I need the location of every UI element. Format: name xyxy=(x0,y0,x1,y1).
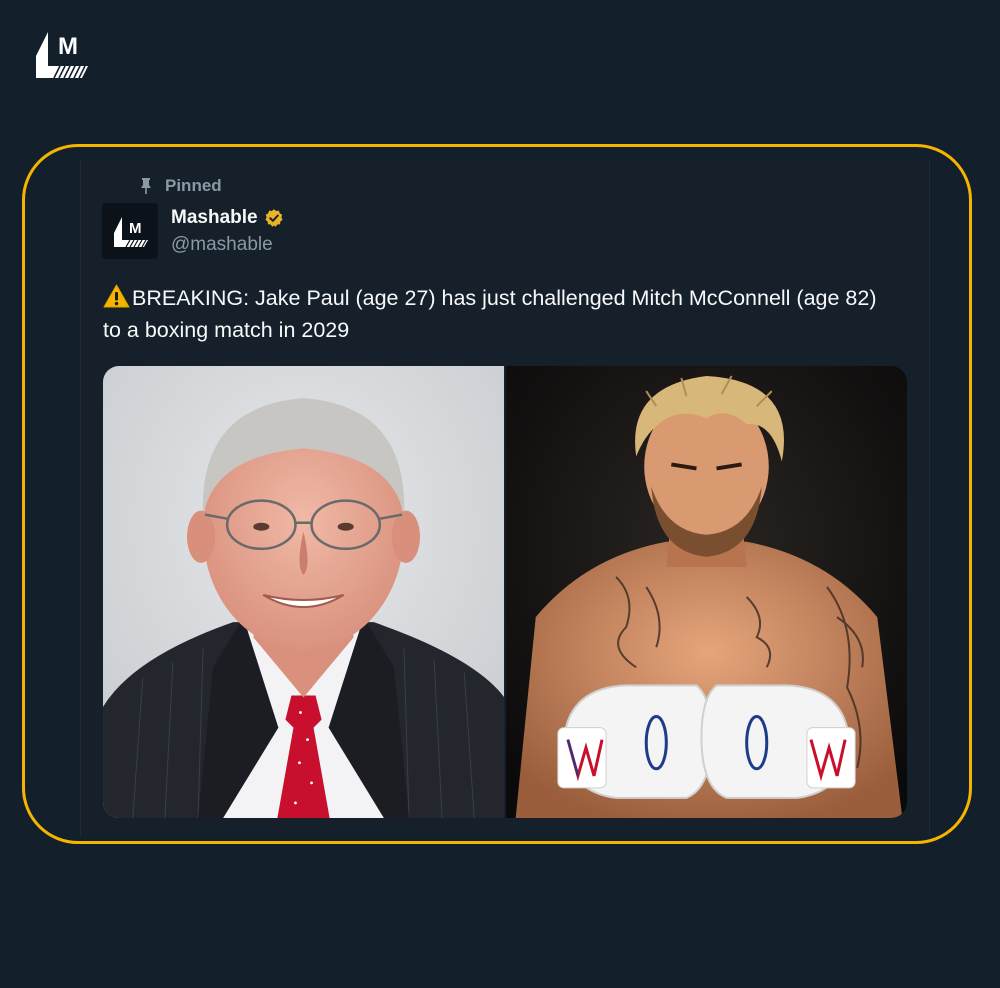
author-name[interactable]: Mashable xyxy=(171,207,258,229)
author-name-row[interactable]: Mashable xyxy=(171,206,284,230)
tweet-body: BREAKING: Jake Paul (age 27) has just ch… xyxy=(103,286,877,342)
mashable-logo-icon: M xyxy=(114,217,148,248)
pin-icon xyxy=(141,178,151,194)
tweet-card[interactable]: Pinned M Mashable @mashable BREAKING: Ja… xyxy=(80,160,930,836)
svg-text:M: M xyxy=(58,33,78,60)
avatar[interactable]: M xyxy=(102,203,158,259)
pinned-label: Pinned xyxy=(165,176,222,195)
verified-badge-icon xyxy=(265,209,283,227)
tweet-media[interactable] xyxy=(103,366,907,818)
pinned-indicator: Pinned xyxy=(139,176,222,196)
tweet-text: BREAKING: Jake Paul (age 27) has just ch… xyxy=(103,282,893,346)
svg-text:M: M xyxy=(129,220,142,237)
mcconnell-photo[interactable] xyxy=(103,366,504,818)
mashable-logo-icon: M xyxy=(34,28,90,84)
author-handle[interactable]: @mashable xyxy=(171,234,273,256)
warning-icon xyxy=(103,284,130,308)
jake-paul-photo[interactable] xyxy=(504,366,907,818)
